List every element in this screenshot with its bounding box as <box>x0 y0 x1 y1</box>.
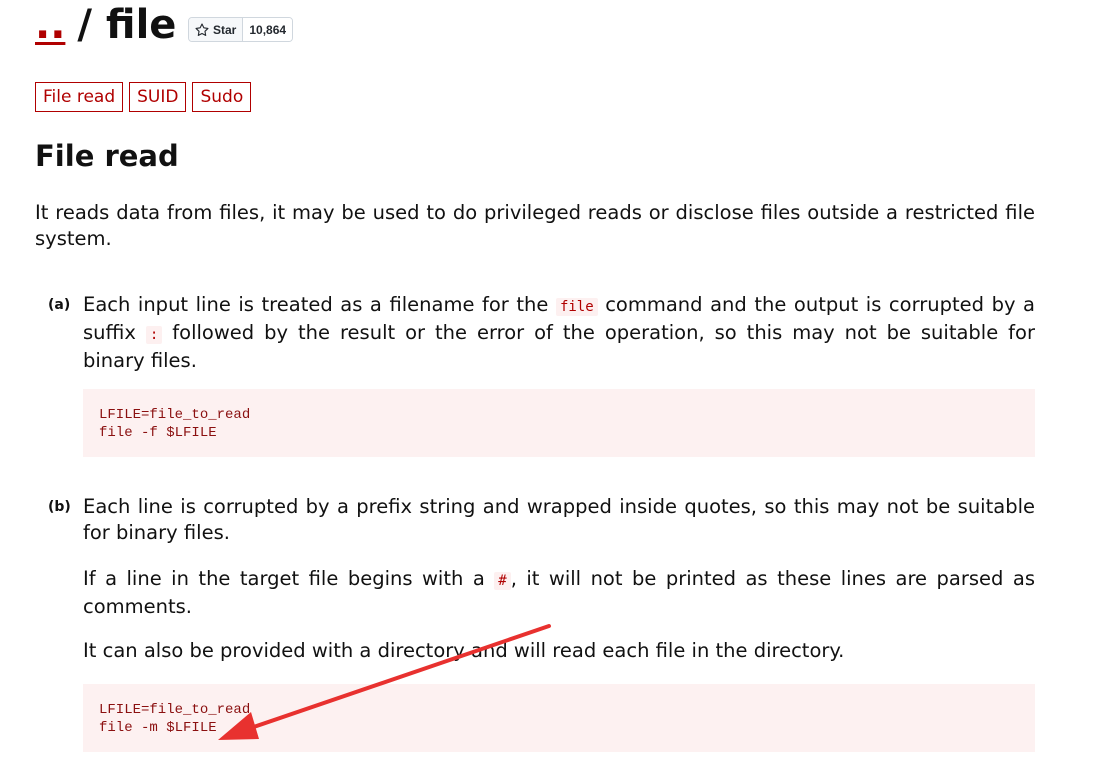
inline-code-file: file <box>555 298 598 316</box>
star-count[interactable]: 10,864 <box>243 18 293 41</box>
code-line: LFILE=file_to_read <box>99 702 251 718</box>
item-a-label: (a) <box>48 297 71 313</box>
star-button[interactable]: Star <box>189 18 244 41</box>
section-description: It reads data from files, it may be used… <box>35 201 1035 250</box>
item-b-paragraph-2: If a line in the target file begins with… <box>83 566 1035 620</box>
star-icon <box>195 22 209 36</box>
code-line: LFILE=file_to_read <box>99 407 251 423</box>
github-star-widget[interactable]: Star 10,864 <box>188 17 294 42</box>
inline-code-colon: : <box>145 326 163 344</box>
item-a-code-block[interactable]: LFILE=file_to_read file -f $LFILE <box>83 389 1035 457</box>
star-label: Star <box>213 22 237 37</box>
code-line: file -m $LFILE <box>99 720 217 736</box>
parent-directory-link[interactable]: .. <box>35 0 65 50</box>
tag-file-read[interactable]: File read <box>35 82 124 112</box>
tag-sudo[interactable]: Sudo <box>192 82 252 112</box>
section-heading: File read <box>35 139 179 173</box>
function-tags: File read SUID Sudo <box>35 82 252 112</box>
item-a-text-1: Each input line is treated as a filename… <box>83 293 556 316</box>
page-title: / file <box>77 2 177 48</box>
item-a-description: Each input line is treated as a filename… <box>83 292 1035 374</box>
tag-suid[interactable]: SUID <box>129 82 187 112</box>
page-header: .. / file <box>35 0 176 50</box>
code-line: file -f $LFILE <box>99 425 217 441</box>
item-b-paragraph-3: It can also be provided with a directory… <box>83 639 845 662</box>
item-a-text-3: followed by the result or the error of t… <box>83 321 1035 372</box>
item-b-text-1: If a line in the target file begins with… <box>83 567 495 590</box>
item-b-label: (b) <box>48 499 71 515</box>
item-b-paragraph-1: Each line is corrupted by a prefix strin… <box>83 495 1035 544</box>
item-b-code-block[interactable]: LFILE=file_to_read file -m $LFILE <box>83 684 1035 752</box>
inline-code-hash: # <box>494 572 511 590</box>
